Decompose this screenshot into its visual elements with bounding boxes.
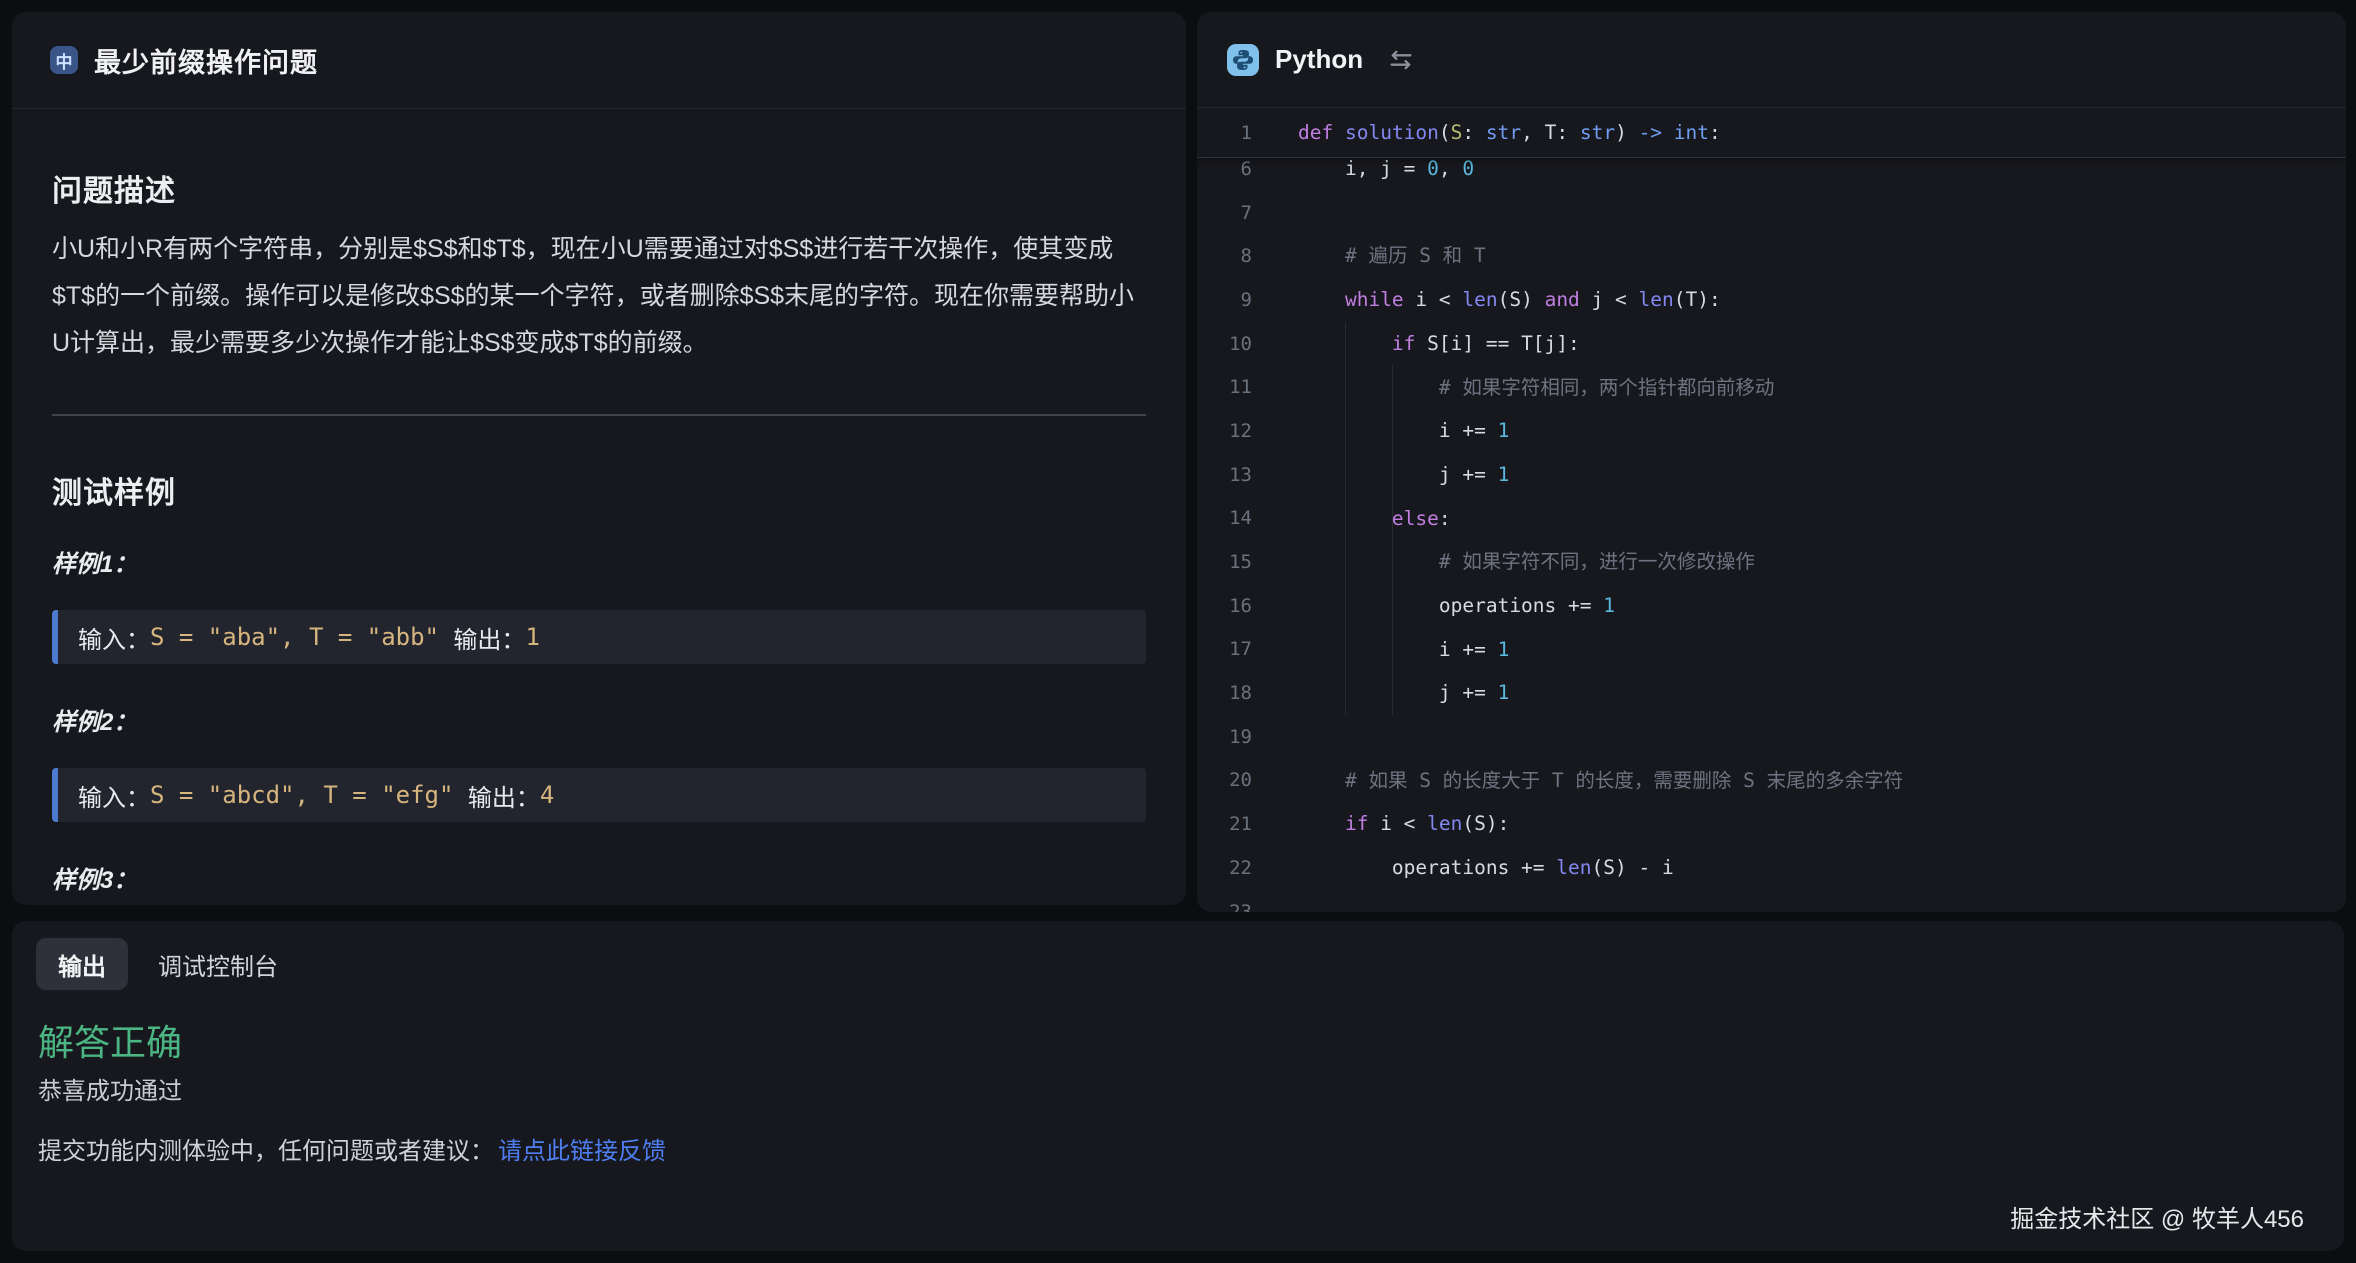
output-panel: 输出 调试控制台 解答正确 恭喜成功通过 提交功能内测体验中，任何问题或者建议：… — [12, 921, 2344, 1251]
output-label: 输出： — [453, 778, 539, 813]
result-subtitle: 恭喜成功通过 — [38, 1071, 182, 1106]
line-number: 16 — [1197, 595, 1252, 617]
line-number: 17 — [1197, 638, 1252, 660]
output-tabs: 输出 调试控制台 — [36, 938, 278, 990]
line-number: 14 — [1197, 507, 1252, 529]
problem-title: 最少前缀操作问题 — [94, 41, 318, 80]
code-line[interactable]: 14 else: — [1197, 497, 2346, 541]
line-number: 6 — [1197, 158, 1252, 180]
output-value: 4 — [540, 781, 554, 809]
problem-header: 中 最少前缀操作问题 — [12, 12, 1186, 109]
python-icon — [1227, 44, 1259, 76]
line-number: 22 — [1197, 857, 1252, 879]
line-number: 23 — [1197, 901, 1252, 912]
sticky-code-line[interactable]: 1def solution(S: str, T: str) -> int: — [1197, 108, 2346, 158]
input-label: 输入： — [78, 620, 150, 655]
code-line[interactable]: 8 # 遍历 S 和 T — [1197, 234, 2346, 278]
line-number: 13 — [1197, 464, 1252, 486]
code-line[interactable]: 9 while i < len(S) and j < len(T): — [1197, 278, 2346, 322]
example-2-block: 输入：S = "abcd", T = "efg" 输出：4 — [52, 768, 1146, 822]
editor-panel: Python 6 i, j = 0, 078 # 遍历 S 和 T9 while… — [1197, 12, 2346, 912]
example-1-label: 样例1： — [52, 544, 1146, 579]
code-line[interactable]: 10 if S[i] == T[j]: — [1197, 322, 2346, 366]
code-line[interactable]: 1def solution(S: str, T: str) -> int: — [1197, 108, 2346, 158]
feedback-text: 提交功能内测体验中，任何问题或者建议： — [38, 1138, 494, 1165]
problem-panel: 中 最少前缀操作问题 问题描述 小U和小R有两个字符串，分别是$S$和$T$，现… — [12, 12, 1186, 905]
line-number: 1 — [1197, 122, 1252, 144]
line-number: 9 — [1197, 289, 1252, 311]
line-number: 20 — [1197, 769, 1252, 791]
code-line[interactable]: 13 j += 1 — [1197, 453, 2346, 497]
code-editor[interactable]: 6 i, j = 0, 078 # 遍历 S 和 T9 while i < le… — [1197, 108, 2346, 912]
input-code: S = "abcd", T = "efg" — [150, 781, 453, 809]
description-text: 小U和小R有两个字符串，分别是$S$和$T$，现在小U需要通过对$S$进行若干次… — [52, 226, 1146, 367]
code-line[interactable]: 23 — [1197, 890, 2346, 912]
code-line[interactable]: 15 # 如果字符不同，进行一次修改操作 — [1197, 540, 2346, 584]
line-number: 10 — [1197, 333, 1252, 355]
code-line[interactable]: 18 j += 1 — [1197, 671, 2346, 715]
problem-content: 问题描述 小U和小R有两个字符串，分别是$S$和$T$，现在小U需要通过对$S$… — [12, 166, 1186, 895]
code-line[interactable]: 22 operations += len(S) - i — [1197, 846, 2346, 890]
tab-debug-console[interactable]: 调试控制台 — [158, 947, 278, 982]
code-line[interactable]: 20 # 如果 S 的长度大于 T 的长度，需要删除 S 末尾的多余字符 — [1197, 759, 2346, 803]
line-number: 21 — [1197, 813, 1252, 835]
example-3-label: 样例3： — [52, 860, 1146, 895]
tab-output[interactable]: 输出 — [36, 938, 128, 990]
code-line[interactable]: 12 i += 1 — [1197, 409, 2346, 453]
line-number: 15 — [1197, 551, 1252, 573]
code-line[interactable]: 11 # 如果字符相同，两个指针都向前移动 — [1197, 365, 2346, 409]
editor-header: Python — [1197, 12, 2346, 108]
difficulty-badge: 中 — [50, 46, 78, 74]
line-number: 19 — [1197, 726, 1252, 748]
language-label[interactable]: Python — [1275, 44, 1363, 75]
description-heading: 问题描述 — [52, 166, 1146, 210]
line-number: 7 — [1197, 202, 1252, 224]
code-line[interactable]: 21 if i < len(S): — [1197, 802, 2346, 846]
line-number: 18 — [1197, 682, 1252, 704]
input-label: 输入： — [78, 778, 150, 813]
example-2-label: 样例2： — [52, 702, 1146, 737]
result-title: 解答正确 — [38, 1014, 182, 1066]
code-line[interactable]: 17 i += 1 — [1197, 628, 2346, 672]
code-line[interactable]: 16 operations += 1 — [1197, 584, 2346, 628]
swap-language-icon[interactable] — [1387, 46, 1415, 74]
output-value: 1 — [525, 623, 539, 651]
line-number: 11 — [1197, 376, 1252, 398]
input-code: S = "aba", T = "abb" — [150, 623, 439, 651]
examples-heading: 测试样例 — [52, 468, 1146, 512]
feedback-link[interactable]: 请点此链接反馈 — [498, 1138, 666, 1165]
code-line[interactable]: 19 — [1197, 715, 2346, 759]
app: 中 最少前缀操作问题 问题描述 小U和小R有两个字符串，分别是$S$和$T$，现… — [0, 0, 2356, 1263]
code-line[interactable]: 7 — [1197, 191, 2346, 235]
line-number: 12 — [1197, 420, 1252, 442]
line-number: 8 — [1197, 245, 1252, 267]
output-label: 输出： — [439, 620, 525, 655]
code-lines[interactable]: 6 i, j = 0, 078 # 遍历 S 和 T9 while i < le… — [1197, 147, 2346, 912]
example-1-block: 输入：S = "aba", T = "abb" 输出：1 — [52, 610, 1146, 664]
community-credit: 掘金技术社区 @ 牧羊人456 — [2010, 1199, 2304, 1234]
section-divider — [52, 414, 1146, 416]
feedback-row: 提交功能内测体验中，任何问题或者建议：请点此链接反馈 — [38, 1131, 666, 1166]
